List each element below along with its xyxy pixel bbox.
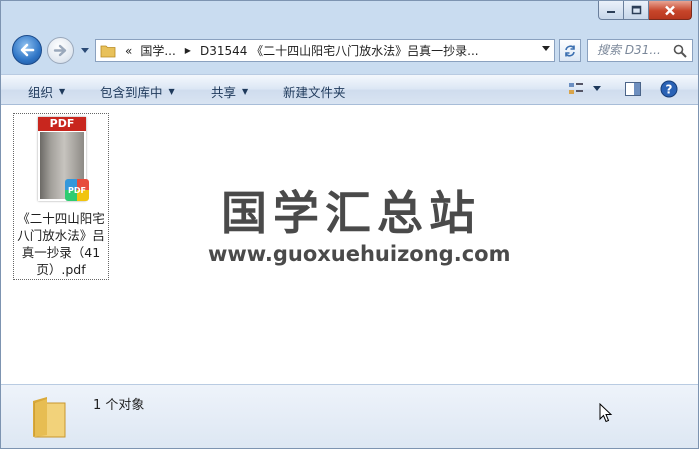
breadcrumb-overflow[interactable]: « [125, 44, 132, 58]
file-name-line: 页）.pdf [36, 262, 86, 277]
new-folder-label: 新建文件夹 [283, 85, 346, 100]
chevron-down-icon: ▼ [59, 87, 66, 96]
breadcrumb-segment[interactable]: 国学... [140, 42, 175, 59]
refresh-icon [565, 44, 575, 57]
folder-icon [33, 397, 66, 438]
chevron-down-icon[interactable] [593, 86, 601, 92]
organize-menu[interactable]: 组织 ▼ [28, 82, 65, 101]
share-label: 共享 [211, 85, 237, 100]
watermark-title: 国学汇总站 [221, 186, 481, 240]
watermark-url: www.guoxuehuizong.com [208, 242, 511, 266]
back-button[interactable] [12, 35, 42, 65]
command-bar: 组织 ▼ 包含到库中 ▼ 共享 ▼ 新建文件夹 ? [1, 74, 698, 105]
pdf-app-icon: PDF [65, 179, 89, 201]
maximize-icon [631, 5, 641, 15]
close-button[interactable] [649, 1, 692, 20]
file-name-line: 真一抄录（41 [21, 245, 101, 260]
breadcrumb: « 国学... ▶ D31544 《二十四山阳宅八门放水法》吕真一抄录... [116, 42, 479, 59]
recent-pages-dropdown[interactable] [80, 46, 90, 56]
chevron-down-icon: ▼ [242, 87, 249, 96]
include-in-library-menu[interactable]: 包含到库中 ▼ [100, 82, 175, 101]
breadcrumb-separator-icon[interactable]: ▶ [185, 46, 191, 55]
forward-button[interactable] [47, 37, 74, 64]
mouse-cursor-icon [599, 403, 613, 423]
file-list-area[interactable]: PDF PDF 《二十四山阳宅 八门放水法》吕 真一抄录（41 页）.pdf 国… [1, 105, 698, 384]
include-in-library-label: 包含到库中 [100, 85, 163, 100]
breadcrumb-segment[interactable]: D31544 《二十四山阳宅八门放水法》吕真一抄录... [200, 42, 479, 59]
organize-label: 组织 [28, 85, 54, 100]
minimize-icon [607, 11, 615, 13]
arrow-right-icon [53, 44, 67, 57]
svg-text:?: ? [666, 83, 673, 97]
file-name-line: 八门放水法》吕 [17, 228, 105, 243]
caption-buttons [598, 1, 692, 20]
address-bar[interactable]: « 国学... ▶ D31544 《二十四山阳宅八门放水法》吕真一抄录... [95, 39, 555, 62]
search-icon[interactable] [673, 44, 687, 58]
chevron-down-icon: ▼ [168, 87, 175, 96]
file-name-line: 《二十四山阳宅 [17, 211, 105, 226]
item-count: 1 个对象 [93, 398, 145, 413]
help-icon[interactable]: ? [660, 80, 678, 98]
minimize-button[interactable] [598, 1, 624, 20]
details-pane: 1 个对象 [1, 384, 698, 448]
search-placeholder: 搜索 D31... [597, 43, 661, 57]
view-options-icon[interactable] [567, 81, 585, 97]
new-folder-button[interactable]: 新建文件夹 [283, 82, 346, 101]
explorer-window: « 国学... ▶ D31544 《二十四山阳宅八门放水法》吕真一抄录... 搜… [0, 0, 699, 449]
arrow-left-icon [20, 43, 35, 57]
preview-pane-icon[interactable] [624, 81, 642, 97]
share-menu[interactable]: 共享 ▼ [211, 82, 248, 101]
chevron-down-icon [81, 48, 89, 53]
navigation-row: « 国学... ▶ D31544 《二十四山阳宅八门放水法》吕真一抄录... 搜… [1, 34, 698, 68]
refresh-button[interactable] [559, 39, 581, 62]
maximize-button[interactable] [624, 1, 649, 20]
search-input[interactable]: 搜索 D31... [587, 39, 693, 62]
pdf-thumbnail-label: PDF [38, 117, 86, 131]
file-name: 《二十四山阳宅 八门放水法》吕 真一抄录（41 页）.pdf [14, 210, 108, 278]
file-item[interactable]: PDF PDF 《二十四山阳宅 八门放水法》吕 真一抄录（41 页）.pdf [13, 113, 109, 280]
folder-icon [100, 45, 116, 57]
chevron-down-icon[interactable] [542, 46, 550, 52]
close-icon [665, 5, 675, 15]
